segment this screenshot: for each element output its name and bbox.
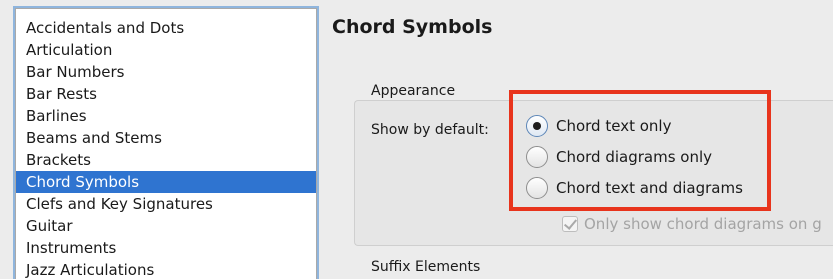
- list-item-clefs-and-key-signatures[interactable]: Clefs and Key Signatures: [16, 193, 316, 215]
- list-item-chord-symbols[interactable]: Chord Symbols: [16, 171, 316, 193]
- show-by-default-label: Show by default:: [371, 122, 489, 138]
- suffix-elements-heading: Suffix Elements: [371, 259, 481, 275]
- list-item-guitar[interactable]: Guitar: [16, 215, 316, 237]
- radio-label: Chord diagrams only: [556, 148, 713, 166]
- list-item-articulation[interactable]: Articulation: [16, 39, 316, 61]
- list-item-beams-and-stems[interactable]: Beams and Stems: [16, 127, 316, 149]
- list-item-bar-rests[interactable]: Bar Rests: [16, 83, 316, 105]
- list-item-instruments[interactable]: Instruments: [16, 237, 316, 259]
- list-item-brackets[interactable]: Brackets: [16, 149, 316, 171]
- list-item-jazz-articulations[interactable]: Jazz Articulations: [16, 259, 316, 279]
- category-list[interactable]: Accidentals and Dots Articulation Bar Nu…: [15, 8, 317, 279]
- radio-chord-text-and-diagrams[interactable]: Chord text and diagrams: [526, 177, 743, 199]
- radio-chord-diagrams-only[interactable]: Chord diagrams only: [526, 146, 712, 168]
- radio-button-checked[interactable]: [526, 115, 548, 137]
- radio-label: Chord text and diagrams: [556, 179, 743, 197]
- checkbox-label: Only show chord diagrams on g: [584, 215, 822, 233]
- only-show-chord-diagrams-checkbox[interactable]: Only show chord diagrams on g: [562, 214, 822, 234]
- list-item-barlines[interactable]: Barlines: [16, 105, 316, 127]
- radio-chord-text-only[interactable]: Chord text only: [526, 115, 671, 137]
- list-item-bar-numbers[interactable]: Bar Numbers: [16, 61, 316, 83]
- radio-button[interactable]: [526, 177, 548, 199]
- list-item-accidentals-and-dots[interactable]: Accidentals and Dots: [16, 17, 316, 39]
- checkbox-checked-icon[interactable]: [562, 216, 578, 232]
- radio-button[interactable]: [526, 146, 548, 168]
- page-title: Chord Symbols: [332, 16, 493, 38]
- preferences-window: Accidentals and Dots Articulation Bar Nu…: [0, 0, 833, 279]
- radio-label: Chord text only: [556, 117, 672, 135]
- appearance-heading: Appearance: [371, 83, 456, 99]
